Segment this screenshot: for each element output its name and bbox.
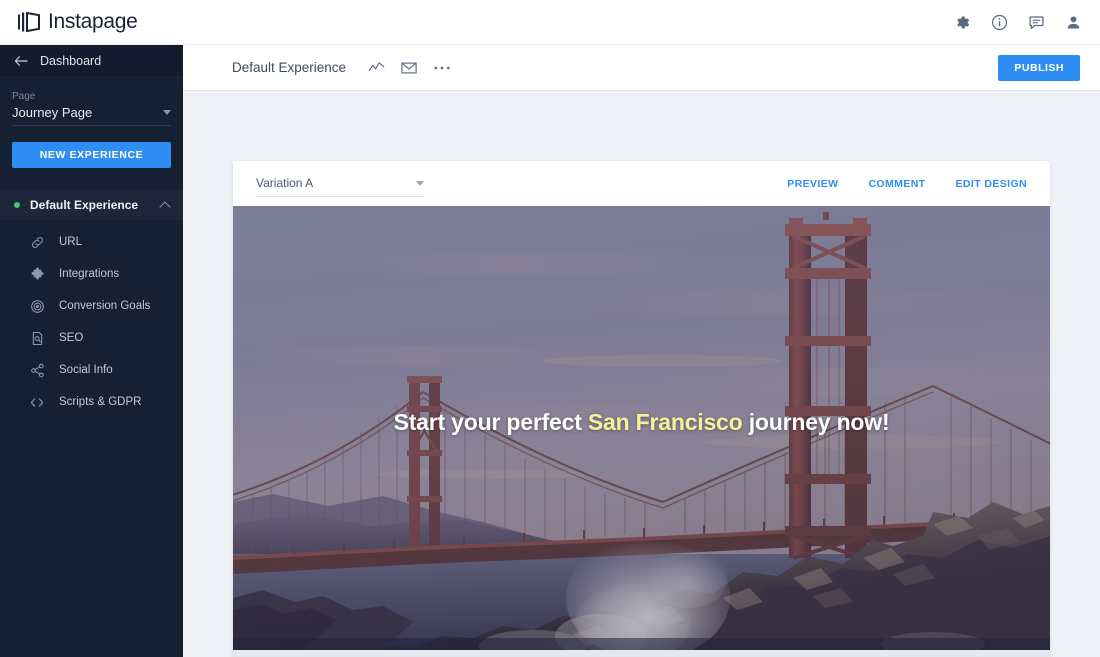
chevron-down-icon <box>416 180 424 186</box>
sidebar-item-conversion-goals[interactable]: Conversion Goals <box>0 290 183 322</box>
headline-text-before: Start your perfect <box>393 409 588 435</box>
page-field-label: Page <box>12 91 36 102</box>
page-dropdown-value: Journey Page <box>12 105 93 120</box>
new-experience-button[interactable]: NEW EXPERIENCE <box>12 142 171 168</box>
page-selector-group: Page Journey Page <box>0 77 183 126</box>
edit-design-link[interactable]: EDIT DESIGN <box>956 178 1028 190</box>
header-icon-group <box>368 60 451 75</box>
sidebar-item-label: Scripts & GDPR <box>59 396 142 408</box>
headline-text-after: journey now! <box>742 409 890 435</box>
sidebar-item-integrations[interactable]: Integrations <box>0 258 183 290</box>
sidebar-item-url[interactable]: URL <box>0 226 183 258</box>
left-sidebar: Dashboard Page Journey Page NEW EXPERIEN… <box>0 45 183 657</box>
global-topbar: Instapage <box>0 0 1100 45</box>
variation-preview-card: Variation A PREVIEW COMMENT EDIT DESIGN <box>233 161 1050 657</box>
sidebar-nav-list: URL Integrations Conversion Goals SEO So… <box>0 220 183 418</box>
comment-link[interactable]: COMMENT <box>868 178 925 190</box>
sidebar-experience-header[interactable]: Default Experience <box>0 190 183 220</box>
user-account-icon[interactable] <box>1065 14 1082 31</box>
topbar-icon-group <box>954 14 1082 31</box>
variation-action-links: PREVIEW COMMENT EDIT DESIGN <box>787 178 1027 190</box>
page-title: Default Experience <box>232 60 347 75</box>
chevron-up-icon[interactable] <box>159 200 171 213</box>
page-dropdown[interactable]: Journey Page <box>12 105 171 126</box>
headline-highlight-text: San Francisco <box>587 409 743 435</box>
hero-headline: Start your perfect San Francisco journey… <box>233 409 1050 436</box>
puzzle-piece-icon <box>29 267 45 282</box>
document-search-icon <box>29 331 45 346</box>
code-brackets-icon <box>29 395 45 410</box>
variation-dropdown-value: Variation A <box>256 176 314 190</box>
more-ellipsis-icon[interactable] <box>433 65 451 71</box>
variation-dropdown[interactable]: Variation A <box>256 176 424 197</box>
sidebar-item-seo[interactable]: SEO <box>0 322 183 354</box>
settings-gear-icon[interactable] <box>954 14 971 31</box>
sidebar-item-scripts-gdpr[interactable]: Scripts & GDPR <box>0 386 183 418</box>
sidebar-item-label: Conversion Goals <box>59 300 151 312</box>
sidebar-item-label: Social Info <box>59 364 113 376</box>
sidebar-item-label: URL <box>59 236 83 248</box>
brand-name: Instapage <box>48 10 138 33</box>
sidebar-item-label: SEO <box>59 332 84 344</box>
analytics-line-chart-icon[interactable] <box>368 60 385 75</box>
variation-toolbar: Variation A PREVIEW COMMENT EDIT DESIGN <box>233 161 1050 206</box>
info-circle-icon[interactable] <box>991 14 1008 31</box>
status-dot-icon <box>14 202 20 208</box>
brand-logo[interactable]: Instapage <box>17 10 138 34</box>
sidebar-back-to-dashboard[interactable]: Dashboard <box>0 45 183 77</box>
hero-section[interactable]: Start your perfect San Francisco journey… <box>233 206 1050 650</box>
editor-canvas: Variation A PREVIEW COMMENT EDIT DESIGN <box>183 91 1100 657</box>
share-icon <box>29 363 45 378</box>
link-icon <box>29 235 45 250</box>
target-icon <box>29 299 45 314</box>
envelope-icon[interactable] <box>401 61 417 75</box>
sidebar-item-label: Integrations <box>59 268 120 280</box>
experience-title: Default Experience <box>30 198 139 212</box>
dashboard-label: Dashboard <box>40 53 102 68</box>
publish-button[interactable]: PUBLISH <box>998 54 1080 81</box>
hero-below-section[interactable] <box>233 650 1050 657</box>
chat-message-icon[interactable] <box>1028 14 1045 31</box>
instapage-logo-icon <box>17 11 43 33</box>
preview-link[interactable]: PREVIEW <box>787 178 838 190</box>
sidebar-item-social-info[interactable]: Social Info <box>0 354 183 386</box>
arrow-left-icon <box>14 55 28 67</box>
experience-header-bar: Default Experience PUBLISH <box>183 45 1100 91</box>
instapage-app-window: Instapage Dashboard Page Journey Page NE… <box>0 0 1100 657</box>
chevron-down-icon <box>163 110 171 115</box>
main-content-area: Default Experience PUBLISH Variation A P… <box>183 45 1100 657</box>
